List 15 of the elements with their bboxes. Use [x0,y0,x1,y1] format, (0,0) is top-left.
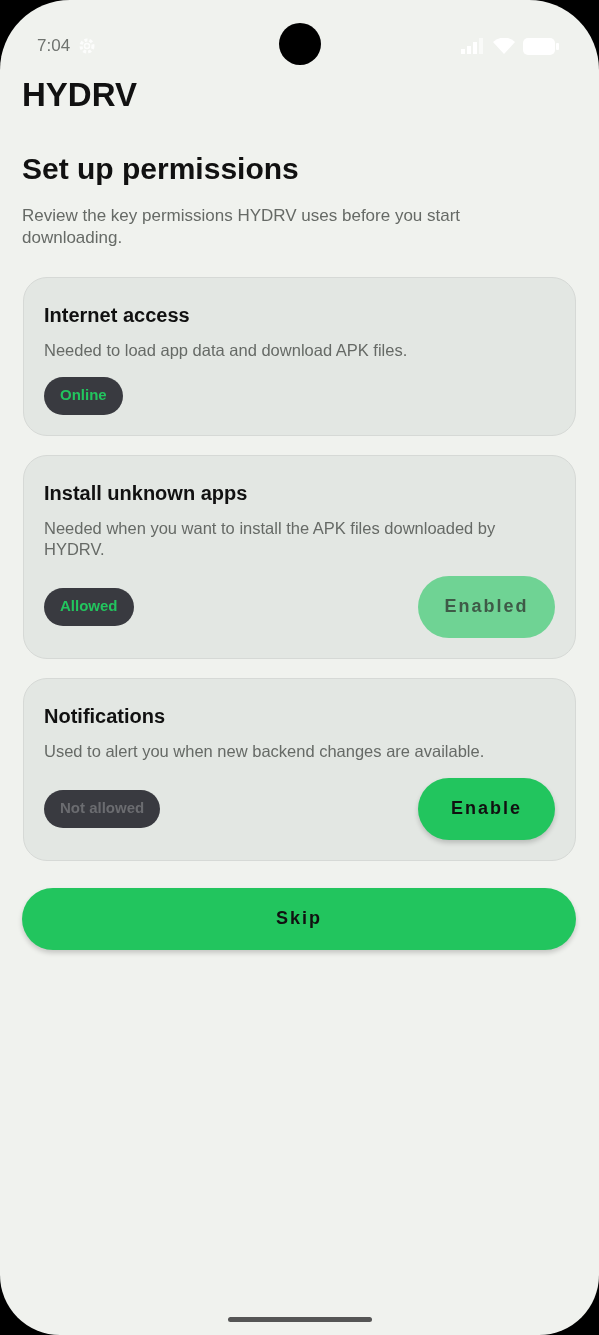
permission-title: Install unknown apps [44,480,249,506]
page-heading: Set up permissions [22,150,300,187]
permission-title: Internet access [44,302,191,328]
intro-text: Review the key permissions HYDRV uses before you start downloading. [22,204,462,249]
app-title: HYDRV [22,75,138,115]
permission-title: Notifications [44,703,167,729]
status-badge: Online [44,376,123,415]
permission-description: Used to alert you when new backend changes are available. [44,740,486,762]
skip-button[interactable]: Skip [22,887,576,950]
permission-description: Needed when you want to install the APK files downloaded by HYDRV. [44,517,497,560]
permission-description: Needed to load app data and download APK files. [44,339,409,361]
status-time: 7:04 [37,35,71,58]
status-badge: Allowed [44,587,134,626]
enable-button[interactable]: Enable [418,777,555,840]
camera-hole [279,23,321,65]
